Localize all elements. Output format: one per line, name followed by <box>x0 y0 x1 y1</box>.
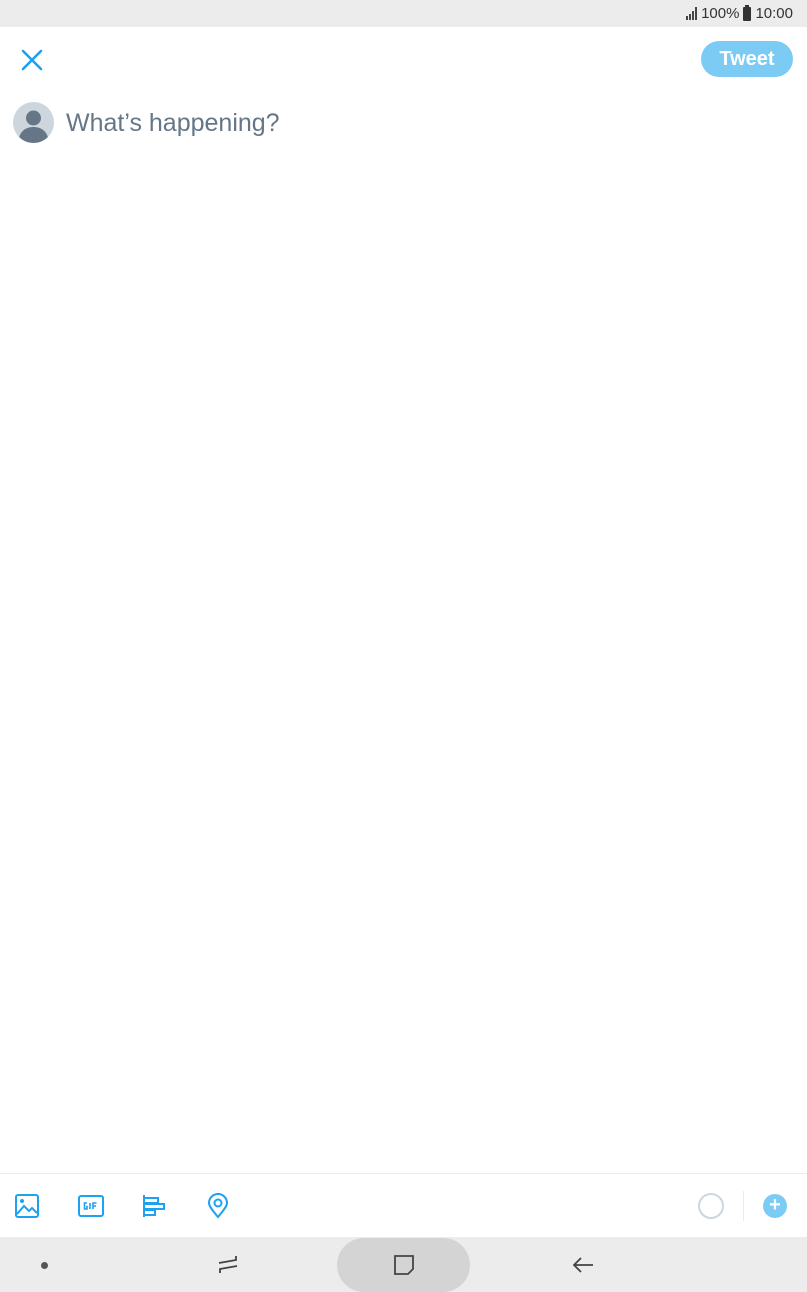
tweet-button[interactable]: Tweet <box>701 41 793 77</box>
location-icon <box>207 1193 229 1219</box>
back-button[interactable] <box>569 1251 597 1279</box>
close-button[interactable] <box>16 44 48 76</box>
add-gif-button[interactable] <box>77 1192 105 1220</box>
image-icon <box>15 1194 39 1218</box>
recent-apps-button[interactable] <box>214 1251 242 1279</box>
clock: 10:00 <box>755 5 793 22</box>
signal-icon <box>686 7 698 20</box>
back-icon <box>572 1257 593 1273</box>
toolbar-divider <box>743 1191 744 1221</box>
character-count-ring <box>698 1193 724 1219</box>
compose-toolbar: + <box>0 1173 807 1237</box>
add-thread-icon: + <box>769 1194 781 1216</box>
add-location-button[interactable] <box>204 1192 232 1220</box>
gif-icon <box>78 1195 104 1217</box>
system-nav-bar <box>0 1237 807 1292</box>
poll-icon <box>143 1195 165 1217</box>
add-poll-button[interactable] <box>140 1192 168 1220</box>
compose-input[interactable] <box>66 106 766 140</box>
close-icon <box>21 49 43 71</box>
home-icon <box>394 1255 414 1275</box>
battery-percent: 100% <box>701 5 740 22</box>
home-button[interactable] <box>337 1238 470 1292</box>
nav-dot-icon <box>41 1262 48 1269</box>
status-bar: 100% 10:00 <box>0 0 807 27</box>
battery-icon <box>743 4 752 21</box>
avatar <box>13 102 54 143</box>
default-avatar-icon <box>18 110 49 143</box>
add-thread-button[interactable]: + <box>763 1194 787 1218</box>
recent-apps-icon <box>218 1256 238 1273</box>
add-image-button[interactable] <box>13 1192 41 1220</box>
